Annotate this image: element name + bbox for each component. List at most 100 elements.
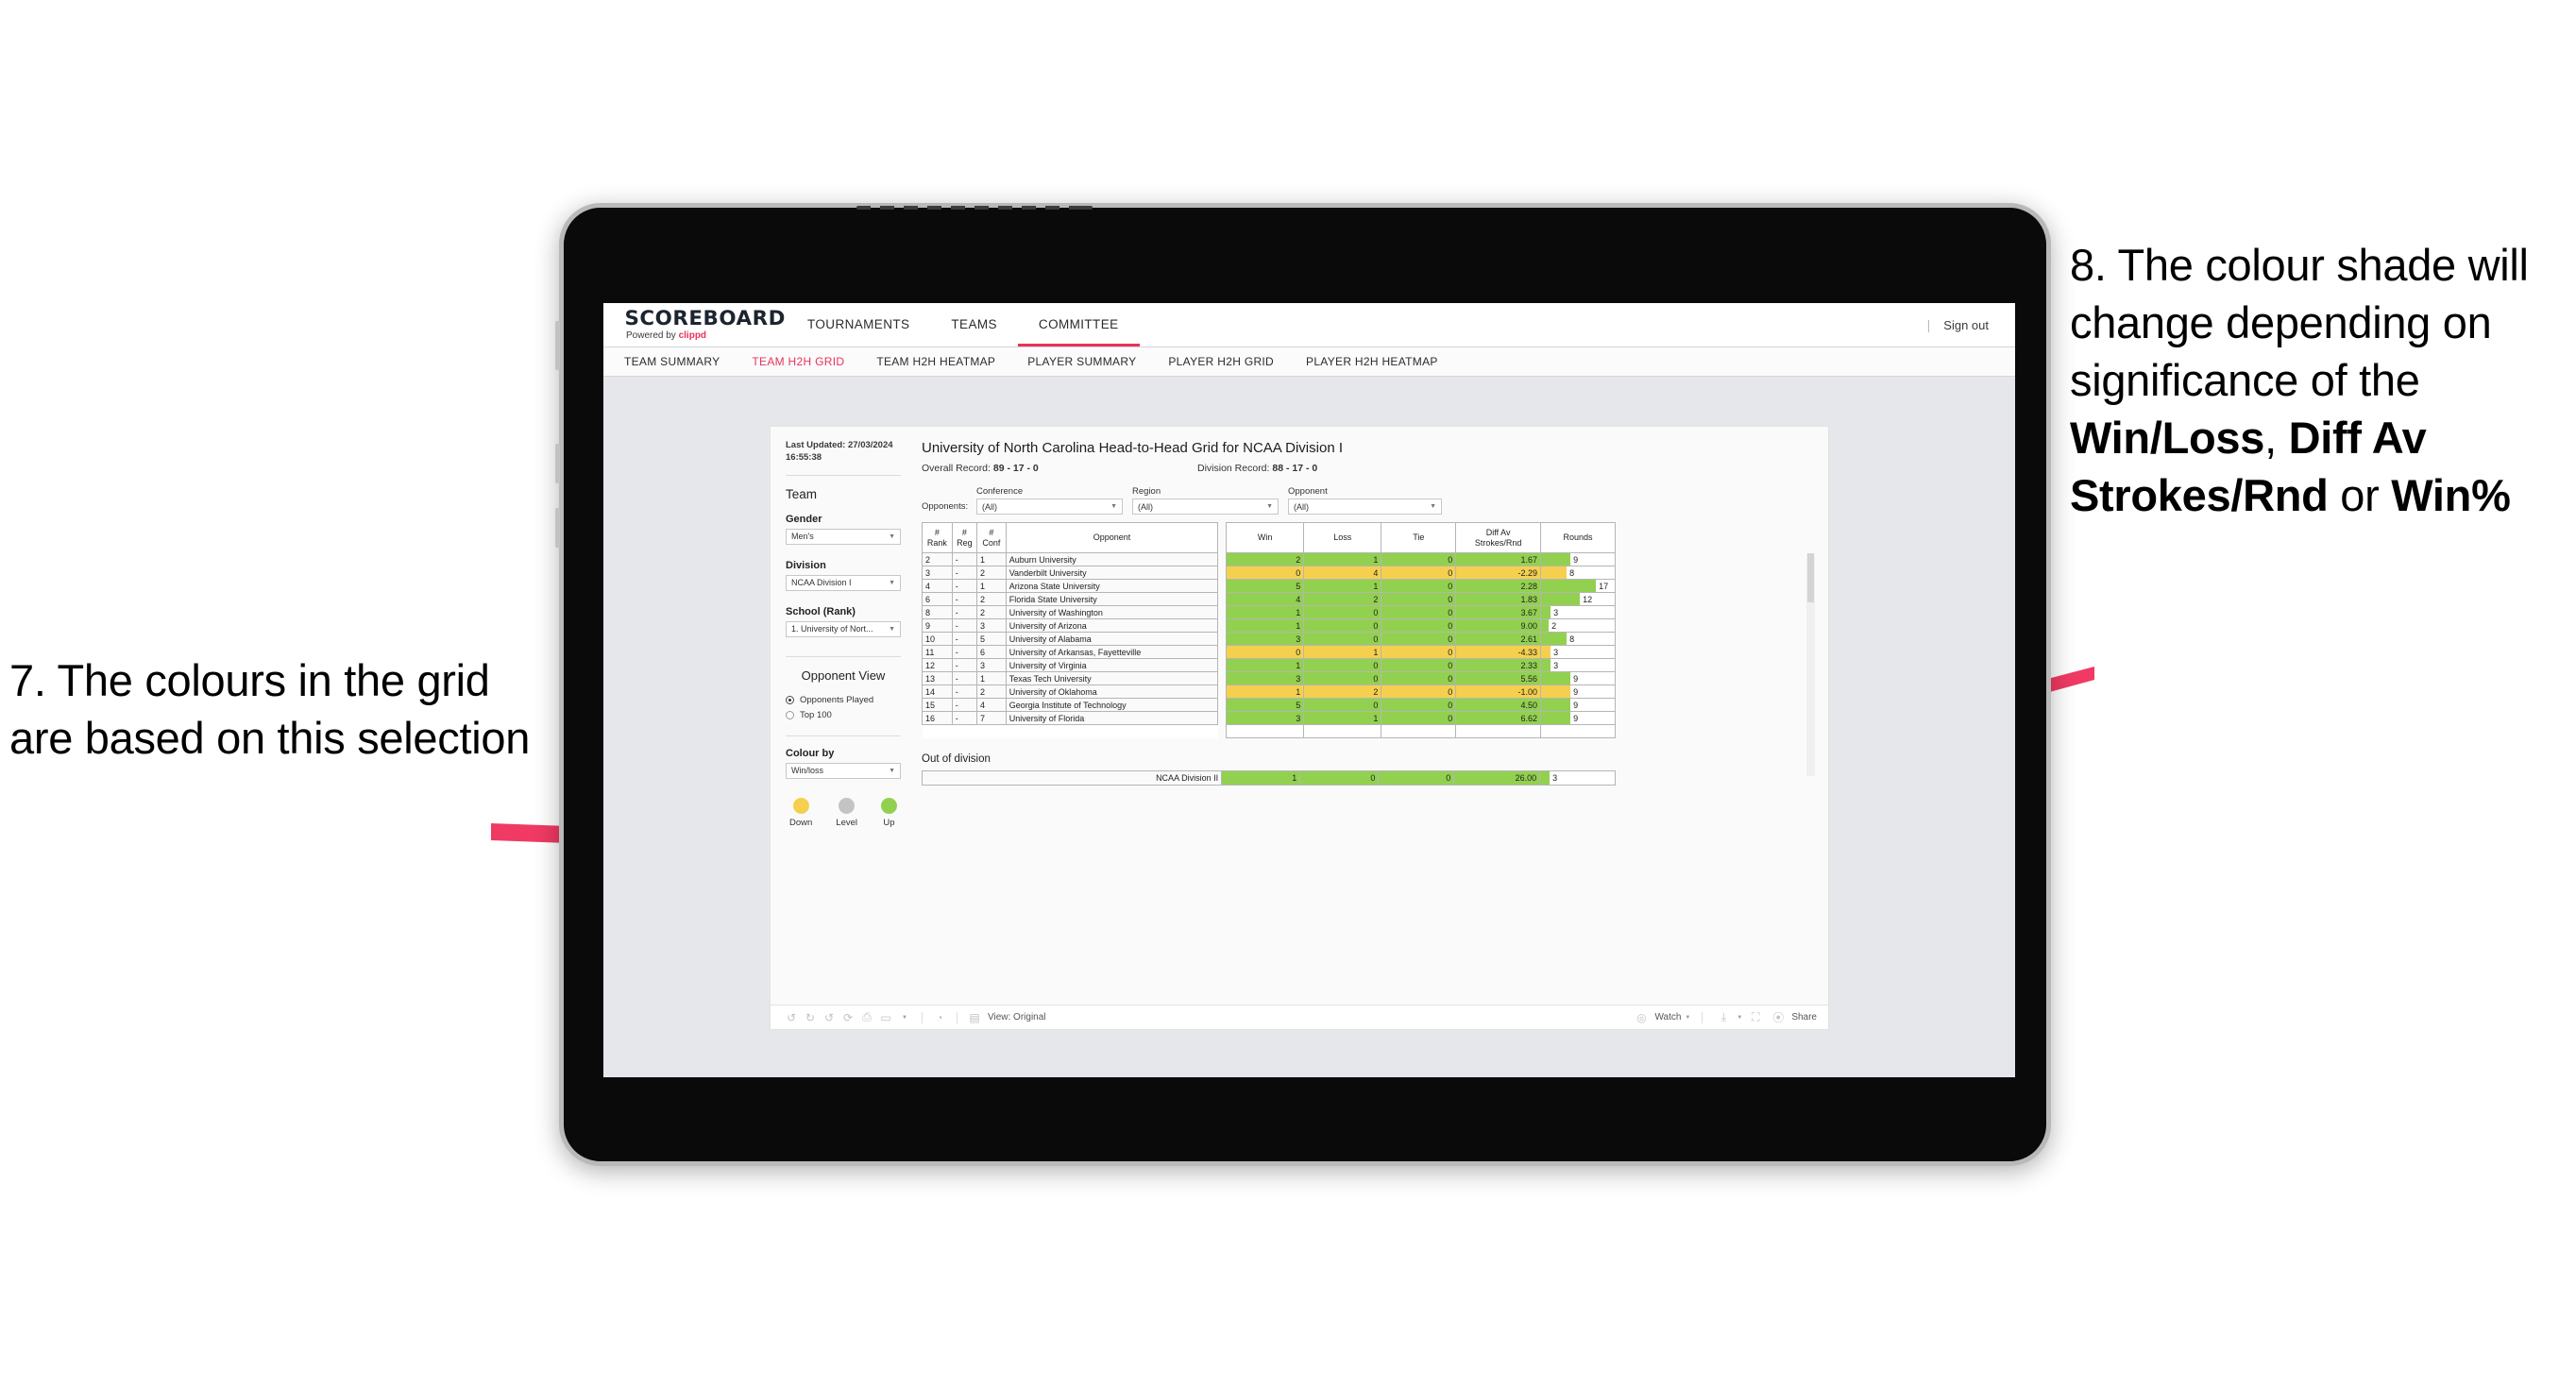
colour-by-select[interactable]: Win/loss ▼ xyxy=(786,762,901,779)
th-gap xyxy=(1218,523,1227,553)
division-record: Division Record: 88 - 17 - 0 xyxy=(1197,463,1317,474)
table-row[interactable]: 15-4 Georgia Institute of Technology 5 0 0 4.… xyxy=(922,698,1616,712)
cell-win: 0 xyxy=(1226,645,1305,659)
cell-reg: - xyxy=(951,605,978,619)
radio-top-100-label: Top 100 xyxy=(800,709,832,720)
table-row[interactable]: 16-7 University of Florida 3 1 0 6.62 9 xyxy=(922,711,1616,725)
table-row[interactable]: 11-6 University of Arkansas, Fayetteville… xyxy=(922,645,1616,659)
subnav-team-summary[interactable]: TEAM SUMMARY xyxy=(624,355,720,368)
table-scrollbar-track[interactable] xyxy=(1806,553,1815,776)
alert-icon[interactable]: ◔ xyxy=(930,1008,949,1027)
refresh-icon[interactable]: ⟳ xyxy=(839,1008,857,1027)
table-row[interactable]: 9-3 University of Arizona 1 0 0 9.00 2 xyxy=(922,618,1616,633)
out-of-division-row[interactable]: NCAA Division II 1 0 0 26.00 3 xyxy=(921,770,1616,786)
chevron-down-icon: ▼ xyxy=(889,625,895,633)
cell-loss: 4 xyxy=(1303,566,1382,580)
tablet-frame: SCOREBOARD Powered by clippd TOURNAMENTS… xyxy=(555,203,2051,1166)
school-select[interactable]: 1. University of Nort... ▼ xyxy=(786,620,901,637)
subnav-player-h2h-heatmap[interactable]: PLAYER H2H HEATMAP xyxy=(1306,355,1438,368)
th-conf[interactable]: # Conf xyxy=(976,522,1007,553)
watch-button[interactable]: ◎ Watch ▼ xyxy=(1632,1008,1690,1027)
table-row[interactable]: 12-3 University of Virginia 1 0 0 2.33 3 xyxy=(922,658,1616,672)
undo-icon[interactable]: ↺ xyxy=(782,1008,801,1027)
division-select[interactable]: NCAA Division I ▼ xyxy=(786,574,901,591)
pill-icon[interactable]: ▭ xyxy=(876,1008,895,1027)
legend-label-up: Up xyxy=(883,817,895,828)
cell-rank: 3 xyxy=(922,566,953,580)
h2h-grid-wrapper: # Rank # Reg # Conf Opponent Win Loss Tie xyxy=(922,522,1815,776)
conference-select[interactable]: (All) ▼ xyxy=(976,499,1123,515)
ood-cell-win: 1 xyxy=(1221,770,1301,786)
th-loss[interactable]: Loss xyxy=(1303,522,1382,553)
tablet-button-volume-down[interactable] xyxy=(555,508,560,548)
viz-title: University of North Carolina Head-to-Hea… xyxy=(922,440,1343,456)
revert-icon[interactable]: ↺ xyxy=(820,1008,839,1027)
subnav-team-h2h-heatmap[interactable]: TEAM H2H HEATMAP xyxy=(876,355,995,368)
cell-conf: 3 xyxy=(976,618,1007,633)
cell-rounds: 3 xyxy=(1540,605,1616,619)
th-tie[interactable]: Tie xyxy=(1381,522,1457,553)
ood-cell-loss: 0 xyxy=(1299,770,1380,786)
cell-conf: 1 xyxy=(976,671,1007,685)
signout-link[interactable]: Sign out xyxy=(1943,318,1989,332)
share-button[interactable]: ⦿ Share xyxy=(1769,1008,1817,1027)
tablet-button-power[interactable] xyxy=(555,321,560,370)
subnav-team-h2h-grid[interactable]: TEAM H2H GRID xyxy=(752,355,844,368)
tablet-button-volume-up[interactable] xyxy=(555,444,560,483)
cell-conf: 2 xyxy=(976,605,1007,619)
opponent-filter: Opponent (All) ▼ xyxy=(1288,486,1442,515)
nav-committee[interactable]: COMMITTEE xyxy=(1017,303,1140,346)
logo-text: SCOREBOARD xyxy=(624,307,786,330)
app-logo[interactable]: SCOREBOARD Powered by clippd xyxy=(624,307,786,342)
view-button[interactable]: ▤ View: Original xyxy=(965,1008,1045,1027)
table-row[interactable]: 14-2 University of Oklahoma 1 2 0 -1.00 9 xyxy=(922,685,1616,699)
subnav-player-h2h-grid[interactable]: PLAYER H2H GRID xyxy=(1168,355,1274,368)
table-row[interactable]: 3-2 Vanderbilt University 0 4 0 -2.29 8 xyxy=(922,566,1616,580)
table-row[interactable]: 8-2 University of Washington 1 0 0 3.67 3 xyxy=(922,605,1616,619)
toolbar-divider-3 xyxy=(1702,1011,1703,1023)
share-label: Share xyxy=(1791,1012,1817,1023)
legend-label-level: Level xyxy=(836,817,857,828)
cell-rank: 13 xyxy=(922,671,953,685)
division-filter: Division NCAA Division I ▼ xyxy=(786,560,901,591)
th-reg[interactable]: # Reg xyxy=(951,522,978,553)
gender-select[interactable]: Men's ▼ xyxy=(786,528,901,545)
th-win[interactable]: Win xyxy=(1226,522,1305,553)
annotation-7: 7. The colours in the grid are based on … xyxy=(9,651,538,767)
radio-top-100[interactable]: Top 100 xyxy=(786,710,901,720)
pause-icon[interactable]: ⎙ xyxy=(857,1008,876,1027)
region-select[interactable]: (All) ▼ xyxy=(1132,499,1279,515)
download-button[interactable]: ⤓ ▼ xyxy=(1714,1008,1743,1027)
nav-tournaments[interactable]: TOURNAMENTS xyxy=(787,303,930,346)
radio-opponents-played[interactable]: Opponents Played xyxy=(786,695,901,705)
chevron-down-icon: ▼ xyxy=(1685,1014,1691,1021)
th-diff[interactable]: Diff Av Strokes/Rnd xyxy=(1455,522,1542,553)
table-row[interactable]: 4-1 Arizona State University 5 1 0 2.28 17 xyxy=(922,579,1616,593)
chevron-down-icon[interactable]: ▼ xyxy=(895,1008,914,1027)
th-opponent[interactable]: Opponent xyxy=(1005,522,1219,553)
table-row[interactable]: 10-5 University of Alabama 3 0 0 2.61 8 xyxy=(922,632,1616,646)
opponent-select[interactable]: (All) ▼ xyxy=(1288,499,1442,515)
table-row[interactable]: 6-2 Florida State University 4 2 0 1.83 12 xyxy=(922,592,1616,606)
th-rank[interactable]: # Rank xyxy=(922,522,953,553)
chevron-down-icon: ▼ xyxy=(1110,503,1117,510)
cell-conf: 2 xyxy=(976,566,1007,580)
table-scrollbar-thumb[interactable] xyxy=(1807,553,1814,602)
cell-reg: - xyxy=(951,698,978,712)
fullscreen-icon[interactable]: ⛶ xyxy=(1746,1008,1765,1027)
colour-by-value: Win/loss xyxy=(791,766,824,776)
cell-conf: 1 xyxy=(976,579,1007,593)
cell-tie: 0 xyxy=(1381,605,1457,619)
redo-icon[interactable]: ↻ xyxy=(801,1008,820,1027)
cell-opponent: University of Arizona xyxy=(1005,618,1219,633)
table-row[interactable]: 2-1 Auburn University 2 1 0 1.67 9 xyxy=(922,552,1616,566)
dashboard-canvas: Last Updated: 27/03/2024 16:55:38 Team G… xyxy=(603,377,2015,1077)
table-row[interactable]: 13-1 Texas Tech University 3 0 0 5.56 9 xyxy=(922,671,1616,685)
primary-nav: TOURNAMENTS TEAMS COMMITTEE xyxy=(787,303,1140,346)
cell-rank: 16 xyxy=(922,711,953,725)
nav-teams[interactable]: TEAMS xyxy=(930,303,1018,346)
subnav-player-summary[interactable]: PLAYER SUMMARY xyxy=(1027,355,1136,368)
cell-gap xyxy=(1218,619,1227,633)
cell-win: 3 xyxy=(1226,632,1305,646)
th-rounds[interactable]: Rounds xyxy=(1540,522,1616,553)
